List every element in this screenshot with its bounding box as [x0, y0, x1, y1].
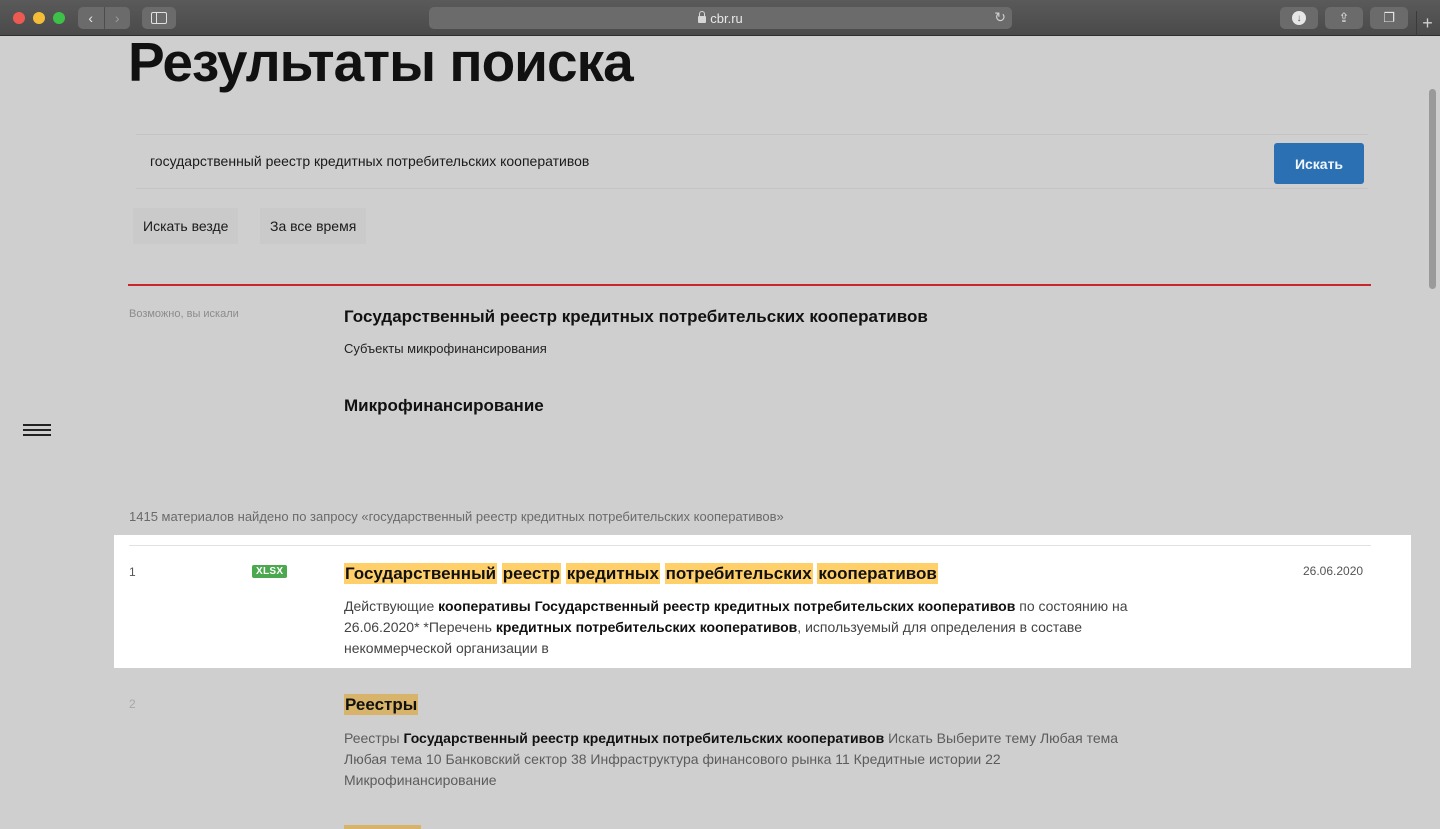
reload-icon[interactable]: ↻ — [994, 9, 1006, 26]
section-divider — [128, 284, 1371, 286]
result-number: 1 — [129, 565, 136, 579]
page-title: Результаты поиска — [128, 31, 634, 93]
highlighted-term: Государственный — [344, 563, 498, 584]
filter-period[interactable]: За все время — [260, 208, 367, 244]
lock-icon — [698, 10, 707, 23]
result-number: 2 — [129, 697, 136, 711]
result-snippet: Действующие кооперативы Государственный … — [344, 598, 1128, 656]
suggestions-label: Возможно, вы искали — [129, 308, 239, 320]
share-button[interactable]: ⇪ — [1325, 7, 1363, 29]
result-divider — [129, 545, 1371, 546]
address-bar[interactable]: cbr.ru ↻ — [429, 7, 1012, 29]
filter-scope[interactable]: Искать везде — [133, 208, 239, 244]
suggestion-subtitle: Субъекты микрофинансирования — [344, 341, 547, 356]
result-snippet: Реестры Государственный реестр кредитных… — [344, 730, 1119, 788]
result-title-link[interactable]: Реестры — [344, 694, 419, 715]
search-button[interactable]: Искать — [1274, 143, 1364, 184]
result-date: 26.06.2020 — [1303, 564, 1364, 578]
matched-text: Государственный реестр кредитных потреби… — [403, 730, 885, 746]
matched-text: кредитных потребительских кооперативов — [495, 619, 798, 635]
forward-icon[interactable]: › — [103, 7, 131, 29]
history-nav: ‹ › — [78, 7, 130, 29]
page-content: Результаты поиска государственный реестр… — [0, 31, 1440, 829]
back-icon[interactable]: ‹ — [78, 7, 104, 29]
file-type-badge: XLSX — [252, 565, 288, 578]
tabs-icon: ❐ — [1383, 10, 1395, 25]
highlighted-term: потребительских — [664, 563, 813, 584]
result-title-link[interactable]: Государственный реестр кредитных потреби… — [344, 563, 938, 584]
share-icon: ⇪ — [1338, 10, 1350, 25]
suggestion-link[interactable]: Государственный реестр кредитных потреби… — [344, 307, 928, 327]
new-tab-icon[interactable]: + — [1416, 11, 1438, 36]
sidebar-toggle-icon[interactable] — [142, 7, 176, 29]
highlighted-term: реестр — [501, 563, 562, 584]
suggestion-link[interactable]: Микрофинансирование — [344, 396, 544, 416]
menu-icon[interactable] — [23, 424, 51, 440]
next-result-title-highlight — [344, 825, 421, 829]
search-form: государственный реестр кредитных потреби… — [136, 134, 1368, 189]
close-window-button[interactable] — [13, 12, 25, 24]
highlighted-term: кооперативов — [817, 563, 938, 584]
tab-overview-button[interactable]: ❐ — [1370, 7, 1408, 29]
search-result[interactable]: 1 XLSX Государственный реестр кредитных … — [114, 535, 1411, 668]
download-icon: ↓ — [1292, 11, 1306, 25]
highlighted-term: кредитных — [565, 563, 660, 584]
highlighted-term: Реестры — [344, 694, 419, 715]
minimize-window-button[interactable] — [33, 12, 45, 24]
downloads-button[interactable]: ↓ — [1280, 7, 1318, 29]
results-count: 1415 материалов найдено по запросу «госу… — [129, 509, 784, 524]
matched-text: кооперативы Государственный реестр креди… — [438, 598, 1016, 614]
page-scrollbar[interactable] — [1429, 89, 1436, 289]
url-text: cbr.ru — [710, 10, 743, 26]
search-input[interactable]: государственный реестр кредитных потреби… — [150, 153, 589, 169]
fullscreen-window-button[interactable] — [53, 12, 65, 24]
